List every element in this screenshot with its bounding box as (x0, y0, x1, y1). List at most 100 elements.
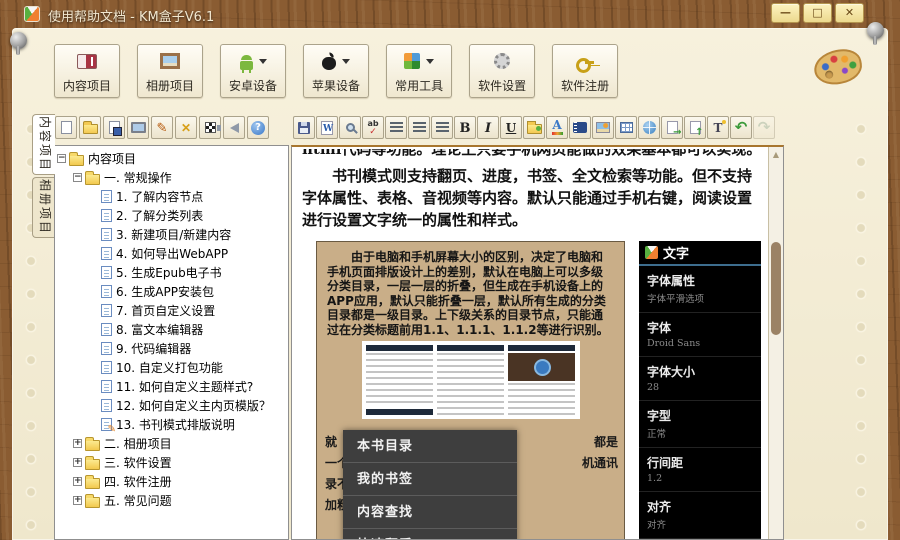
tree-item[interactable]: + 四. 软件注册 (57, 472, 286, 491)
tree-item-icon (85, 170, 100, 185)
tree-item-label: 6. 生成APP安装包 (116, 285, 214, 299)
tree-item[interactable]: 12. 如何自定义主内页模版？ (57, 396, 286, 415)
tree-item-icon (69, 151, 84, 166)
insert-picture-icon[interactable] (592, 116, 614, 139)
tree-item-label: 9. 代码编辑器 (116, 342, 192, 356)
undo-icon[interactable] (730, 116, 752, 139)
font-color-icon[interactable] (546, 116, 568, 139)
tree-item[interactable]: 9. 代码编辑器 (57, 339, 286, 358)
tree-item-label: 8. 富文本编辑器 (116, 323, 204, 337)
tree-expander[interactable]: + (73, 496, 82, 505)
tree-expander[interactable]: + (73, 458, 82, 467)
tree-item[interactable]: 8. 富文本编辑器 (57, 320, 286, 339)
save-project-icon[interactable] (103, 116, 125, 139)
toolbar-button-label: 软件注册 (561, 79, 610, 93)
scrollbar-thumb[interactable] (771, 242, 781, 335)
tree-item[interactable]: + 五. 常见问题 (57, 491, 286, 510)
tree-item[interactable]: 4. 如何导出WebAPP (57, 244, 286, 263)
insert-web-icon[interactable] (638, 116, 660, 139)
tree-item-icon (101, 247, 112, 260)
tree-item-label: 一. 常规操作 (104, 171, 172, 185)
tree-item[interactable]: 2. 了解分类列表 (57, 206, 286, 225)
new-document-icon[interactable] (55, 116, 77, 139)
maximize-button[interactable]: □ (803, 3, 832, 23)
spellcheck-icon[interactable] (362, 116, 384, 139)
tree-item[interactable]: 13. 书刊模式排版说明 (57, 415, 286, 435)
theme-palette-icon[interactable] (811, 46, 865, 88)
tree-item[interactable]: + 二. 相册项目 (57, 434, 286, 453)
tree-item[interactable]: 1. 了解内容节点 (57, 187, 286, 206)
app-logo-icon (24, 6, 40, 22)
align-left-icon[interactable] (385, 116, 407, 139)
save-icon[interactable] (293, 116, 315, 139)
find-icon[interactable] (339, 116, 361, 139)
export-page-icon[interactable] (661, 116, 683, 139)
context-menu-item: 我的书签 (343, 463, 517, 496)
content-project-button[interactable]: 内容项目 (54, 44, 121, 98)
toolbar-button-label: 内容项目 (63, 79, 112, 93)
document-paragraph: 书刊模式则支持翻页、进度，书签、全文检索等功能。但不支持字体属性、表格、音视频等… (302, 167, 753, 229)
side-tab-content-project[interactable]: 内容项目 (32, 114, 55, 175)
tree-item[interactable]: + 三. 软件设置 (57, 453, 286, 472)
underline-icon[interactable] (500, 116, 522, 139)
align-center-icon[interactable] (408, 116, 430, 139)
common-tools-button[interactable]: 常用工具 (386, 44, 453, 98)
tree-item[interactable]: 3. 新建项目/新建内容 (57, 225, 286, 244)
text-fragment-right: 都是 机通讯 (581, 435, 618, 470)
delete-icon[interactable] (175, 116, 197, 139)
tree-item[interactable]: 5. 生成Epub电子书 (57, 263, 286, 282)
software-register-button[interactable]: 软件注册 (552, 44, 619, 98)
import-page-icon[interactable] (684, 116, 706, 139)
app-window: 使用帮助文档 - KM盒子V6.1 — □ ✕ 内容项目 相册项目 安卓设备 苹… (0, 0, 900, 540)
word-export-icon[interactable] (316, 116, 338, 139)
software-settings-button[interactable]: 软件设置 (469, 44, 536, 98)
redo-icon[interactable] (753, 116, 775, 139)
tree-item-label: 5. 生成Epub电子书 (116, 266, 222, 280)
preview-monitor-icon[interactable] (127, 116, 149, 139)
side-tab-album-project[interactable]: 相册项目 (32, 177, 55, 238)
toolbar-button-label: 软件设置 (478, 79, 527, 93)
open-folder-icon[interactable] (79, 116, 101, 139)
sound-icon[interactable] (216, 116, 245, 139)
tree-expander[interactable]: + (73, 439, 82, 448)
binder-screw-left (10, 32, 27, 55)
italic-icon[interactable] (477, 116, 499, 139)
album-project-button[interactable]: 相册项目 (137, 44, 204, 98)
tree-item[interactable]: 10. 自定义打包功能 (57, 358, 286, 377)
insert-table-icon[interactable] (615, 116, 637, 139)
context-menu-item: 本书目录 (343, 430, 517, 463)
tree-item-icon (101, 228, 112, 241)
clipped-line: html代码等功能。理论上只要手机网页能做的效果基本都可以实现。 (302, 149, 761, 158)
tree-expander[interactable]: + (73, 477, 82, 486)
photo-icon (160, 53, 181, 69)
tree-item-label: 三. 软件设置 (104, 456, 172, 470)
tree-expander[interactable]: − (57, 154, 66, 163)
toolbar-button-label: 安卓设备 (229, 79, 278, 93)
tree-expander[interactable]: − (73, 173, 82, 182)
bold-icon[interactable] (454, 116, 476, 139)
dropdown-caret-icon (342, 58, 351, 64)
android-device-button[interactable]: 安卓设备 (220, 44, 287, 98)
text-style-icon[interactable] (707, 116, 729, 139)
insert-image-folder-icon[interactable] (523, 116, 545, 139)
scroll-up-arrow-icon[interactable]: ▲ (769, 147, 783, 162)
embedded-screenshot-phone: 文字 字体属性 字体平滑选项 字体 Droid Sans 字体大小 28 字型 … (639, 241, 761, 539)
minimize-button[interactable]: — (771, 3, 800, 23)
tree-item-icon (85, 474, 100, 489)
align-right-icon[interactable] (431, 116, 453, 139)
close-button[interactable]: ✕ (835, 3, 864, 23)
window-title: 使用帮助文档 - KM盒子V6.1 (48, 10, 215, 25)
tree-item-icon (101, 190, 112, 203)
tree-item[interactable]: − 一. 常规操作 (57, 168, 286, 187)
tree-item-icon (85, 493, 100, 508)
tree-item[interactable]: 11. 如何自定义主题样式? (57, 377, 286, 396)
vertical-scrollbar[interactable]: ▲ (768, 147, 783, 539)
tree-item[interactable]: 6. 生成APP安装包 (57, 282, 286, 301)
tree-item[interactable]: 7. 首页自定义设置 (57, 301, 286, 320)
apple-device-button[interactable]: 苹果设备 (303, 44, 370, 98)
edit-pencil-icon[interactable] (151, 116, 173, 139)
tree-item[interactable]: − 内容项目 (57, 149, 286, 168)
help-icon[interactable] (247, 116, 269, 139)
tree-item-icon (101, 342, 112, 355)
insert-video-icon[interactable] (569, 116, 591, 139)
